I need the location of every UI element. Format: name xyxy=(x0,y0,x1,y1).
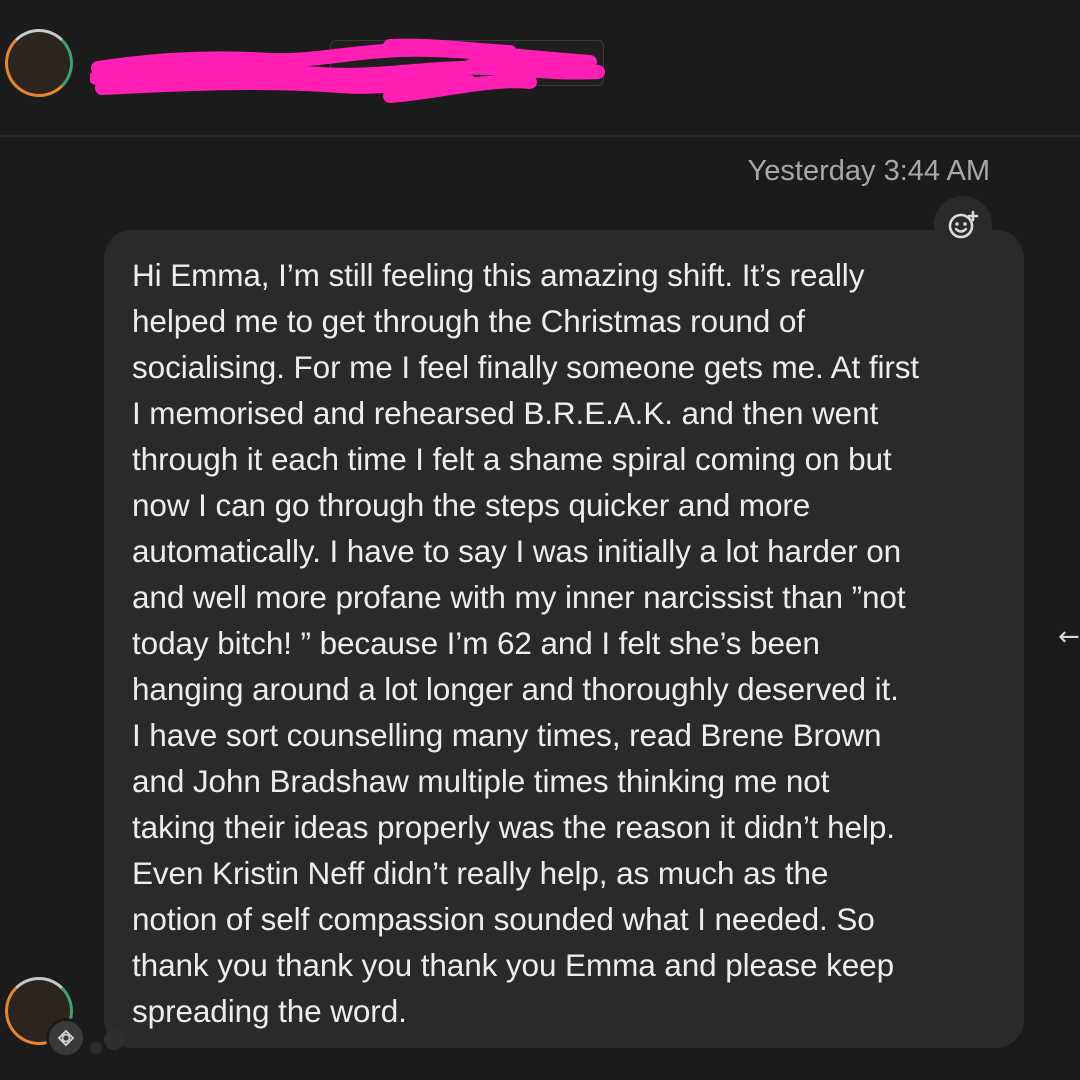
conversation-header xyxy=(0,0,1080,137)
message-text: Hi Emma, I’m still feeling this amazing … xyxy=(132,257,920,1029)
typing-indicator-dot xyxy=(90,1042,102,1054)
add-reaction-icon xyxy=(948,210,979,239)
redaction-scribble xyxy=(90,38,605,103)
add-reaction-button[interactable] xyxy=(934,196,992,254)
typing-indicator-dot xyxy=(104,1030,124,1050)
status-badge xyxy=(46,1018,86,1058)
sender-avatar[interactable] xyxy=(5,29,73,97)
reply-arrow-icon[interactable]: ← xyxy=(1058,622,1080,652)
badge-icon xyxy=(57,1029,75,1047)
message-timestamp: Yesterday 3:44 AM xyxy=(747,155,990,187)
message-bubble[interactable]: Hi Emma, I’m still feeling this amazing … xyxy=(104,230,1024,1048)
